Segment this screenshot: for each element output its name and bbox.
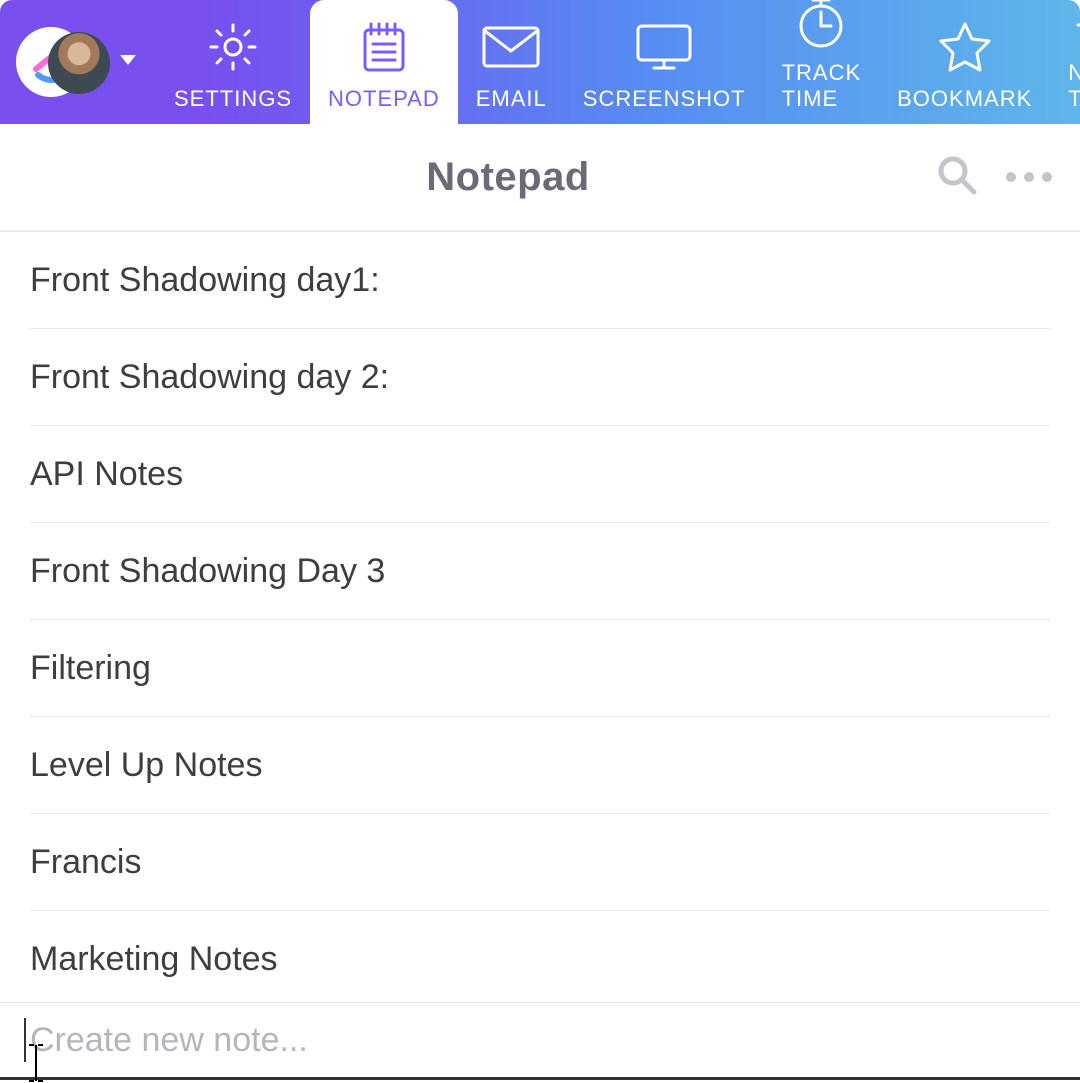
tab-settings[interactable]: SETTINGS	[156, 0, 310, 124]
stopwatch-icon	[795, 0, 847, 50]
note-title: Front Shadowing day1:	[30, 261, 380, 300]
tab-bookmark[interactable]: BOOKMARK	[879, 0, 1050, 124]
tab-label: NOTEPAD	[328, 86, 440, 112]
tab-tracktime[interactable]: TRACK TIME	[764, 0, 880, 124]
note-row[interactable]: Marketing Notes	[30, 911, 1050, 1002]
tabs: SETTINGS NOTEPAD EMAIL	[156, 0, 1080, 124]
note-title: Francis	[30, 843, 141, 882]
text-cursor-icon	[24, 1018, 26, 1062]
avatar[interactable]	[48, 32, 110, 94]
tab-email[interactable]: EMAIL	[458, 0, 565, 124]
notepad-icon	[359, 18, 409, 76]
tab-label: NEW TASK	[1068, 60, 1080, 112]
footer	[0, 1002, 1080, 1080]
more-icon[interactable]	[1006, 172, 1052, 182]
chevron-down-icon[interactable]	[120, 55, 136, 65]
note-title: Level Up Notes	[30, 746, 262, 785]
app-root: SETTINGS NOTEPAD EMAIL	[0, 0, 1080, 1080]
tab-notepad[interactable]: NOTEPAD	[310, 0, 458, 124]
gear-icon	[206, 18, 260, 76]
note-title: API Notes	[30, 455, 183, 494]
notes-list: Front Shadowing day1: Front Shadowing da…	[0, 232, 1080, 1002]
tab-screenshot[interactable]: SCREENSHOT	[565, 0, 764, 124]
note-row[interactable]: Francis	[30, 814, 1050, 911]
tab-label: SETTINGS	[174, 86, 292, 112]
plus-icon	[1074, 0, 1080, 50]
note-row[interactable]: Front Shadowing day1:	[30, 232, 1050, 329]
note-title: Marketing Notes	[30, 940, 278, 979]
tab-label: SCREENSHOT	[583, 86, 746, 112]
tab-label: BOOKMARK	[897, 86, 1032, 112]
new-note-input[interactable]	[30, 1021, 1056, 1060]
page-actions	[936, 154, 1052, 201]
tab-label: TRACK TIME	[782, 60, 862, 112]
search-icon[interactable]	[936, 154, 978, 201]
note-title: Front Shadowing day 2:	[30, 358, 389, 397]
tab-label: EMAIL	[476, 86, 547, 112]
note-row[interactable]: Front Shadowing Day 3	[30, 523, 1050, 620]
tab-newtask[interactable]: NEW TASK	[1050, 0, 1080, 124]
app-logo[interactable]	[16, 27, 86, 97]
note-row[interactable]: Filtering	[30, 620, 1050, 717]
page-title: Notepad	[80, 155, 936, 200]
monitor-icon	[634, 18, 694, 76]
note-title: Filtering	[30, 649, 151, 688]
note-row[interactable]: Front Shadowing day 2:	[30, 329, 1050, 426]
page-header: Notepad	[0, 124, 1080, 232]
note-title: Front Shadowing Day 3	[30, 552, 385, 591]
topbar: SETTINGS NOTEPAD EMAIL	[0, 0, 1080, 124]
star-icon	[937, 18, 993, 76]
note-row[interactable]: API Notes	[30, 426, 1050, 523]
email-icon	[481, 18, 541, 76]
note-row[interactable]: Level Up Notes	[30, 717, 1050, 814]
